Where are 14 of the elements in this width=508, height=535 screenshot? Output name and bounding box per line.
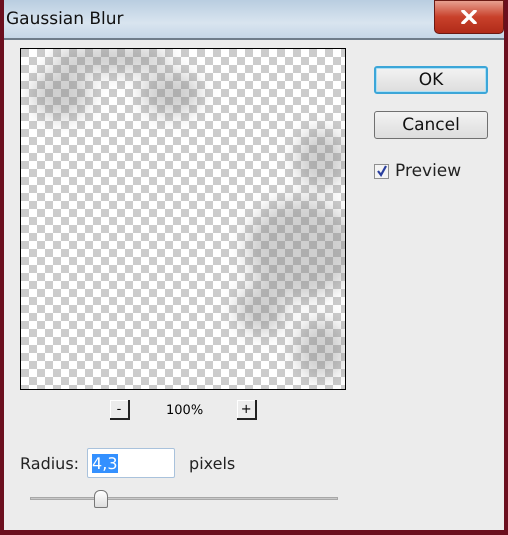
dialog-button[interactable]: OK <box>374 66 488 94</box>
unit-label: pixels <box>189 454 236 472</box>
close-button[interactable] <box>434 0 504 34</box>
zoom-level: 100% <box>166 402 204 418</box>
zoom-out-button[interactable]: - <box>110 400 130 420</box>
preview-checkbox[interactable]: Preview <box>374 161 462 181</box>
radius-slider[interactable] <box>30 490 338 508</box>
check-icon <box>376 165 388 177</box>
dialog-button[interactable]: Cancel <box>374 111 488 139</box>
zoom-in-button[interactable]: + <box>237 400 258 420</box>
radius-label: Radius: <box>20 454 80 472</box>
window-title: Gaussian Blur <box>5 9 124 29</box>
close-icon <box>461 10 477 24</box>
slider-thumb[interactable] <box>94 490 108 508</box>
